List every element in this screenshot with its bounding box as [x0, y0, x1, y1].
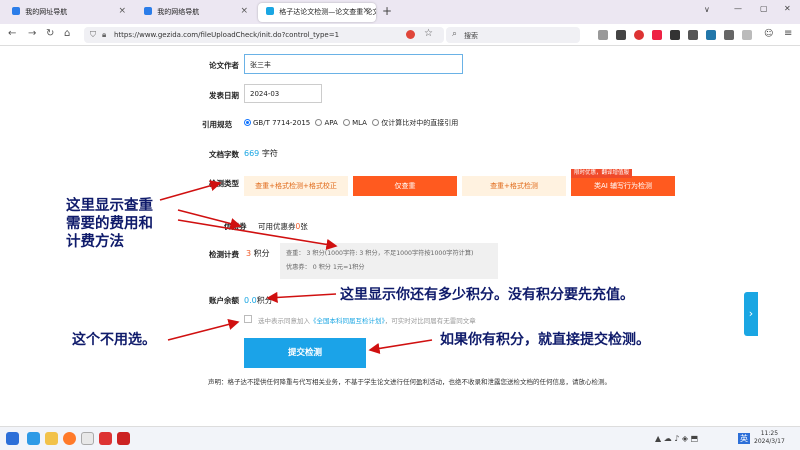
taskbar-app-icon[interactable]	[27, 432, 40, 445]
tray-icons[interactable]: ▲ ☁ ♪ ◈ ⬒	[655, 434, 698, 443]
taskbar: ▲ ☁ ♪ ◈ ⬒ 英 11:25 2024/3/17	[0, 426, 800, 450]
arrow-to-balance	[266, 291, 337, 304]
taskbar-app-icon[interactable]	[117, 432, 130, 445]
file-explorer-icon[interactable]	[45, 432, 58, 445]
arrow-to-fee	[177, 219, 338, 250]
ime-indicator[interactable]: 英	[738, 433, 750, 444]
arrow-to-checktype	[159, 180, 222, 201]
windows-start-icon[interactable]	[6, 432, 19, 445]
clock-date: 2024/3/17	[754, 438, 785, 445]
arrow-to-submit	[368, 339, 433, 354]
clock[interactable]: 11:25 2024/3/17	[754, 430, 785, 446]
firefox-icon[interactable]	[63, 432, 76, 445]
arrow-to-checkbox	[167, 318, 240, 341]
clock-time: 11:25	[760, 430, 779, 437]
arrow-to-coupon	[177, 209, 242, 230]
wps-icon[interactable]	[99, 432, 112, 445]
taskbar-app-icon[interactable]	[81, 432, 94, 445]
annotation-arrows	[159, 180, 433, 354]
